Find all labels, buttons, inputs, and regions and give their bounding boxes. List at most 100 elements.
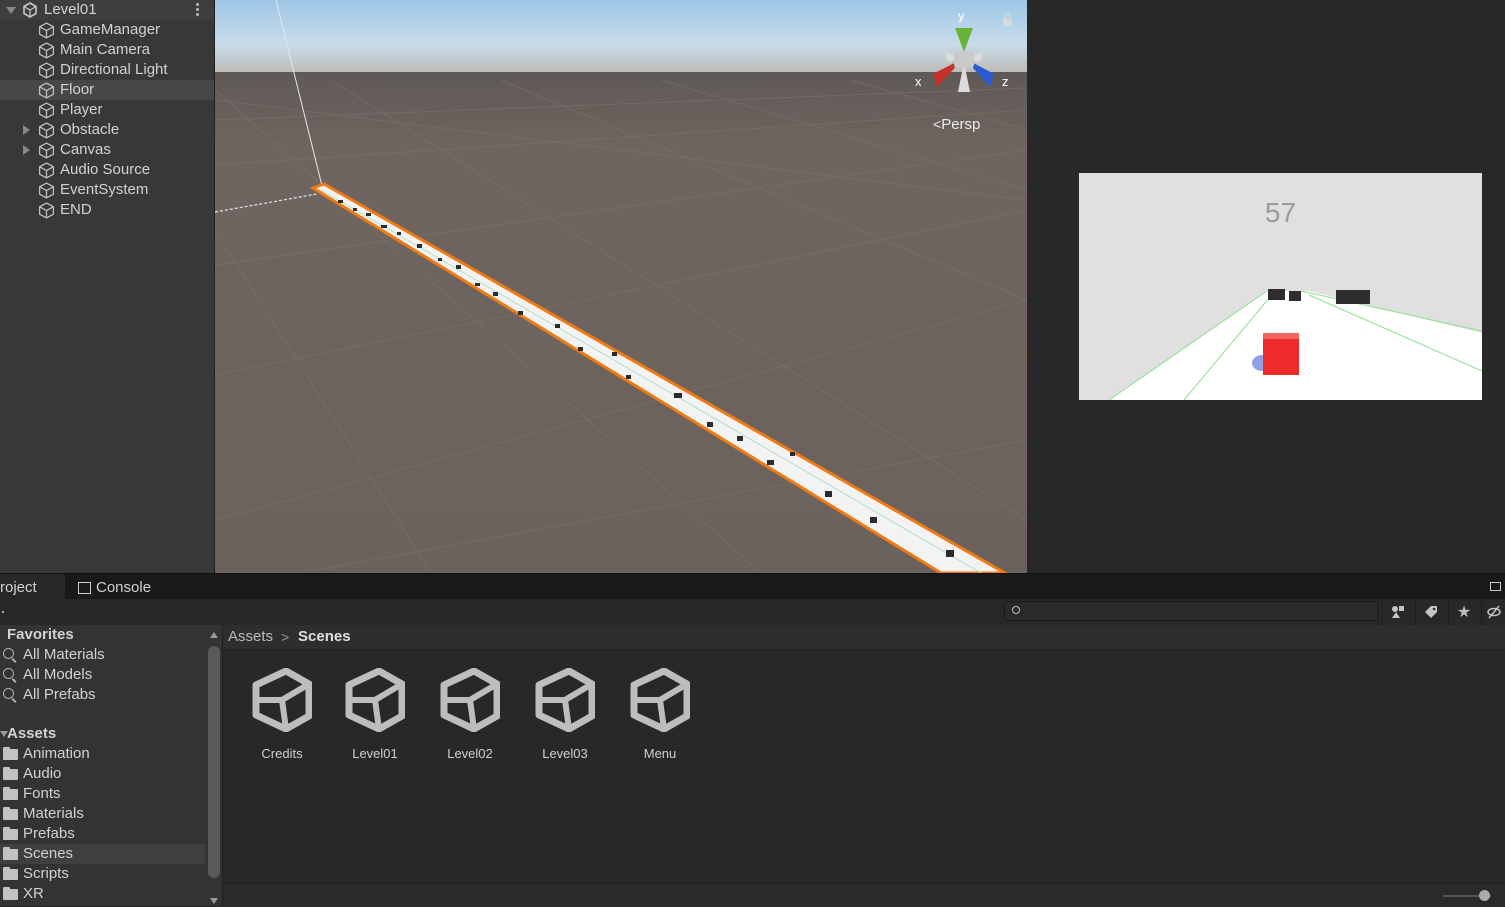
folder-label: Animation bbox=[23, 745, 90, 762]
hierarchy-item-label: Player bbox=[60, 101, 103, 118]
hierarchy-item-obstacle[interactable]: Obstacle bbox=[0, 120, 214, 140]
panel-lock-icon[interactable] bbox=[1490, 582, 1501, 591]
hierarchy-item-player[interactable]: Player bbox=[0, 100, 214, 120]
hierarchy-item-audio-source[interactable]: Audio Source bbox=[0, 160, 214, 180]
sidebar-scrollbar[interactable] bbox=[208, 646, 220, 878]
expand-arrow-icon[interactable] bbox=[23, 125, 30, 135]
folder-animation[interactable]: Animation bbox=[0, 744, 205, 764]
folder-icon bbox=[3, 787, 18, 800]
folder-icon bbox=[3, 887, 18, 900]
folder-materials[interactable]: Materials bbox=[0, 804, 205, 824]
scroll-up-icon[interactable] bbox=[210, 632, 218, 638]
gizmo-y-label: y bbox=[958, 8, 965, 23]
scene-view[interactable]: y x z <Persp bbox=[214, 0, 1027, 573]
gameobject-cube-icon bbox=[38, 22, 55, 39]
hierarchy-item-directional-light[interactable]: Directional Light bbox=[0, 60, 214, 80]
favorite-label: All Prefabs bbox=[23, 686, 96, 703]
folder-fonts[interactable]: Fonts bbox=[0, 784, 205, 804]
projection-label: Persp bbox=[941, 116, 981, 133]
icon-size-slider-handle[interactable] bbox=[1479, 890, 1490, 901]
kebab-menu-icon[interactable] bbox=[196, 3, 199, 17]
scroll-down-icon[interactable] bbox=[210, 898, 218, 904]
hierarchy-panel: Level01 GameManager Main Camera Directio… bbox=[0, 0, 214, 573]
unity-scene-asset-icon bbox=[440, 668, 500, 732]
gameobject-cube-icon bbox=[38, 102, 55, 119]
filter-by-type-button[interactable] bbox=[1382, 599, 1413, 625]
folder-prefabs[interactable]: Prefabs bbox=[0, 824, 205, 844]
folder-icon bbox=[3, 827, 18, 840]
search-icon bbox=[3, 688, 14, 699]
search-icon bbox=[3, 648, 14, 659]
hierarchy-item-canvas[interactable]: Canvas bbox=[0, 140, 214, 160]
hierarchy-item-label: GameManager bbox=[60, 21, 161, 38]
search-input[interactable] bbox=[1004, 601, 1379, 621]
gizmo-x-label: x bbox=[915, 74, 922, 89]
asset-level01[interactable]: Level01 bbox=[335, 668, 415, 768]
favorite-all-materials[interactable]: All Materials bbox=[0, 645, 205, 665]
hierarchy-item-end[interactable]: END bbox=[0, 200, 214, 220]
gameobject-cube-icon bbox=[38, 82, 55, 99]
favorites-header[interactable]: Favorites bbox=[0, 625, 205, 645]
hierarchy-item-floor[interactable]: Floor bbox=[0, 80, 214, 100]
folder-label: Scripts bbox=[23, 865, 69, 882]
favorite-label: All Models bbox=[23, 666, 93, 683]
favorite-button[interactable]: ★ bbox=[1448, 599, 1479, 625]
projection-toggle[interactable]: <Persp bbox=[933, 116, 980, 133]
folder-icon bbox=[3, 867, 18, 880]
unity-scene-asset-icon bbox=[252, 668, 312, 732]
hierarchy-item-label: END bbox=[60, 201, 92, 218]
console-icon bbox=[78, 582, 91, 594]
kebab-menu-icon[interactable] bbox=[2, 611, 4, 613]
folder-scenes[interactable]: Scenes bbox=[0, 844, 205, 864]
filter-by-label-button[interactable] bbox=[1415, 599, 1446, 625]
gameobject-cube-icon bbox=[38, 122, 55, 139]
folder-xr[interactable]: XR bbox=[0, 884, 205, 904]
folder-audio[interactable]: Audio bbox=[0, 764, 205, 784]
favorite-all-models[interactable]: All Models bbox=[0, 665, 205, 685]
hierarchy-item-gamemanager[interactable]: GameManager bbox=[0, 20, 214, 40]
tag-icon bbox=[1425, 606, 1437, 618]
project-footer bbox=[223, 883, 1505, 907]
tab-project[interactable]: roject bbox=[0, 574, 65, 600]
asset-level02[interactable]: Level02 bbox=[430, 668, 510, 768]
folder-label: Fonts bbox=[23, 785, 61, 802]
star-icon: ★ bbox=[1456, 604, 1472, 621]
folder-label: Prefabs bbox=[23, 825, 75, 842]
asset-credits[interactable]: Credits bbox=[242, 668, 322, 768]
asset-level03[interactable]: Level03 bbox=[525, 668, 605, 768]
scene-viewport[interactable]: y x z bbox=[215, 0, 1027, 573]
breadcrumb: Assets > Scenes bbox=[223, 625, 1505, 650]
hierarchy-item-label: Obstacle bbox=[60, 121, 120, 138]
collapse-arrow-icon[interactable] bbox=[6, 7, 16, 14]
hierarchy-item-eventsystem[interactable]: EventSystem bbox=[0, 180, 214, 200]
hierarchy-item-label: Directional Light bbox=[60, 61, 168, 78]
gameobject-cube-icon bbox=[38, 202, 55, 219]
persp-chevron-icon: < bbox=[933, 116, 942, 132]
favorite-label: All Materials bbox=[23, 646, 105, 663]
asset-name: Level03 bbox=[542, 746, 588, 761]
hierarchy-item-main-camera[interactable]: Main Camera bbox=[0, 40, 214, 60]
gameobject-cube-icon bbox=[38, 162, 55, 179]
favorite-all-prefabs[interactable]: All Prefabs bbox=[0, 685, 205, 705]
hierarchy-scene-header[interactable]: Level01 bbox=[0, 0, 214, 20]
hierarchy-item-label: EventSystem bbox=[60, 181, 149, 198]
expand-arrow-icon[interactable] bbox=[23, 145, 30, 155]
gameobject-cube-icon bbox=[38, 182, 55, 199]
game-view[interactable]: 57 bbox=[1079, 173, 1482, 400]
tab-console[interactable]: Console bbox=[76, 574, 151, 600]
unity-scene-icon bbox=[23, 2, 37, 18]
folder-label: Audio bbox=[23, 765, 62, 782]
asset-name: Level02 bbox=[447, 746, 493, 761]
folder-label: Materials bbox=[23, 805, 84, 822]
assets-header[interactable]: Assets bbox=[0, 724, 205, 744]
folder-icon bbox=[3, 767, 18, 780]
breadcrumb-scenes[interactable]: Scenes bbox=[298, 625, 351, 649]
hierarchy-item-label: Canvas bbox=[60, 141, 111, 158]
folder-label: XR bbox=[23, 885, 44, 902]
folder-scripts[interactable]: Scripts bbox=[0, 864, 205, 884]
asset-name: Level01 bbox=[352, 746, 398, 761]
breadcrumb-assets[interactable]: Assets bbox=[228, 625, 273, 649]
hidden-packages-button[interactable] bbox=[1481, 599, 1505, 625]
asset-menu[interactable]: Menu bbox=[620, 668, 700, 768]
asset-name: Credits bbox=[261, 746, 303, 761]
